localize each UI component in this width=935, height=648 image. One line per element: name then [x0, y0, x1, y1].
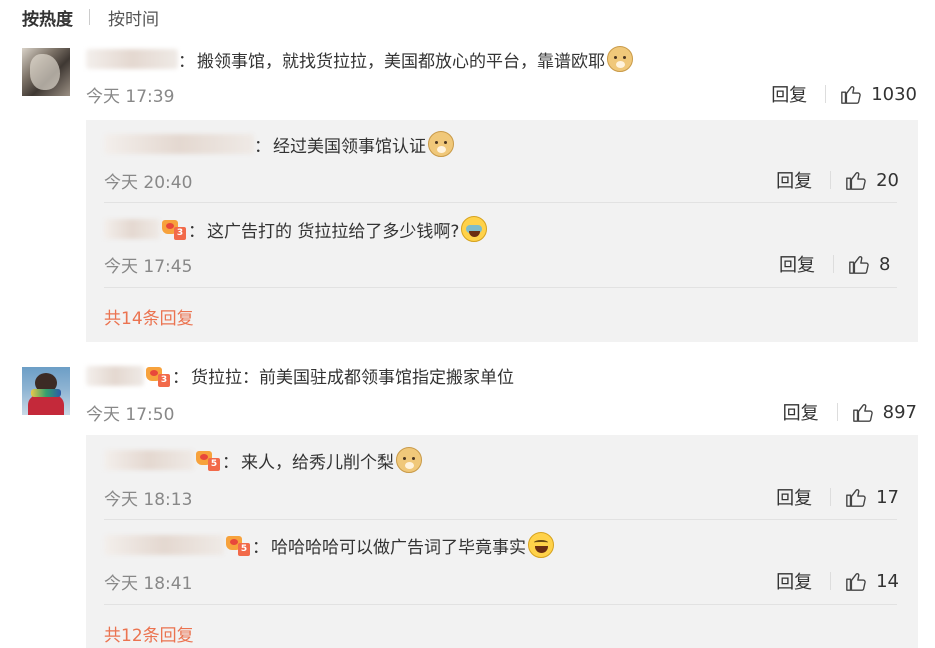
comment-text: 货拉拉：前美国驻成都领事馆指定搬家单位 — [191, 368, 514, 388]
like-count: 17 — [876, 486, 899, 508]
reply-text: 这广告打的 货拉拉给了多少钱啊? — [207, 221, 460, 242]
thumb-up-icon[interactable] — [852, 401, 874, 423]
comment-time: 今天 17:50 — [86, 405, 175, 425]
reply-divider — [104, 202, 897, 203]
reply-divider — [104, 604, 897, 605]
vip-crown-badge-icon: 3 — [146, 365, 170, 387]
action-divider — [833, 255, 834, 273]
reply-actions: 回复 20 — [776, 167, 899, 193]
reply-button[interactable]: 回复 — [776, 484, 812, 510]
avatar[interactable] — [22, 48, 70, 96]
username-redacted[interactable] — [86, 49, 178, 69]
sort-by-time-tab[interactable]: 按时间 — [108, 5, 159, 30]
action-divider — [830, 572, 832, 590]
reply-actions: 回复 14 — [776, 568, 899, 594]
reply-divider — [104, 519, 897, 520]
more-replies-link[interactable]: 共14条回复 — [104, 304, 194, 329]
reply-divider — [104, 287, 897, 288]
reply-button[interactable]: 回复 — [776, 167, 812, 193]
action-divider — [836, 403, 838, 421]
reply-text-line: ：经过美国领事馆认证 — [104, 131, 454, 157]
doge-emoji-icon — [428, 131, 454, 157]
thumb-up-icon[interactable] — [848, 253, 870, 275]
comment-time: 今天 17:39 — [86, 87, 175, 107]
thumb-up-icon[interactable] — [845, 486, 867, 508]
reply-text-line: 5：哈哈哈哈可以做广告词了毕竟事实 — [104, 532, 554, 558]
reply-time: 今天 17:45 — [104, 257, 193, 277]
comment-actions: 回复 897 — [783, 399, 917, 425]
username-redacted[interactable] — [86, 365, 144, 386]
vip-crown-badge-icon: 5 — [196, 449, 220, 471]
username-redacted[interactable] — [104, 450, 194, 470]
like-count: 14 — [876, 570, 899, 592]
username-redacted[interactable] — [104, 535, 224, 555]
reply-text-line: 3：这广告打的 货拉拉给了多少钱啊? — [104, 216, 488, 242]
reply-time: 今天 18:41 — [104, 574, 193, 594]
reply-text-line: 5：来人，给秀儿削个梨 — [104, 447, 422, 473]
sort-divider — [89, 9, 90, 25]
reply-time: 今天 18:13 — [104, 490, 193, 510]
username-redacted[interactable] — [104, 219, 160, 239]
thumb-up-icon[interactable] — [840, 83, 862, 105]
more-replies-link[interactable]: 共12条回复 — [104, 621, 194, 646]
avatar[interactable] — [22, 367, 70, 415]
vip-crown-badge-icon: 3 — [162, 218, 186, 240]
reply-button[interactable]: 回复 — [771, 81, 807, 107]
reply-text: 来人，给秀儿削个梨 — [241, 452, 394, 473]
like-count: 897 — [882, 401, 917, 423]
reply-button[interactable]: 回复 — [779, 251, 815, 277]
action-divider — [830, 488, 832, 506]
thumb-up-icon[interactable] — [845, 570, 867, 592]
reply-button[interactable]: 回复 — [776, 568, 812, 594]
reply-actions: 回复 17 — [776, 484, 899, 510]
like-count: 1030 — [871, 83, 917, 105]
like-count: 20 — [876, 169, 899, 191]
laughing-emoji-icon — [528, 532, 554, 558]
like-count: 8 — [879, 253, 891, 275]
laugh-cry-emoji-icon — [461, 216, 488, 242]
vip-crown-badge-icon: 5 — [226, 534, 250, 556]
comment-text-line: 3：货拉拉：前美国驻成都领事馆指定搬家单位 — [86, 363, 514, 388]
thumb-up-icon[interactable] — [845, 169, 867, 191]
action-divider — [830, 171, 832, 189]
reply-text: 经过美国领事馆认证 — [273, 136, 426, 157]
sort-bar: 按热度 按时间 — [22, 4, 159, 30]
reply-time: 今天 20:40 — [104, 173, 193, 193]
reply-text: 哈哈哈哈可以做广告词了毕竟事实 — [271, 537, 526, 558]
comment-actions: 回复 1030 — [771, 81, 917, 107]
doge-emoji-icon — [607, 46, 633, 72]
reply-actions: 回复 8 — [779, 251, 899, 277]
sort-by-hot-tab[interactable]: 按热度 — [22, 5, 73, 30]
comment-text-line: ：搬领事馆，就找货拉拉，美国都放心的平台，靠谱欧耶 — [86, 46, 633, 72]
action-divider — [825, 85, 827, 103]
comment-text: 搬领事馆，就找货拉拉，美国都放心的平台，靠谱欧耶 — [197, 51, 605, 72]
doge-emoji-icon — [396, 447, 422, 473]
username-redacted[interactable] — [104, 134, 254, 154]
reply-button[interactable]: 回复 — [783, 399, 819, 425]
